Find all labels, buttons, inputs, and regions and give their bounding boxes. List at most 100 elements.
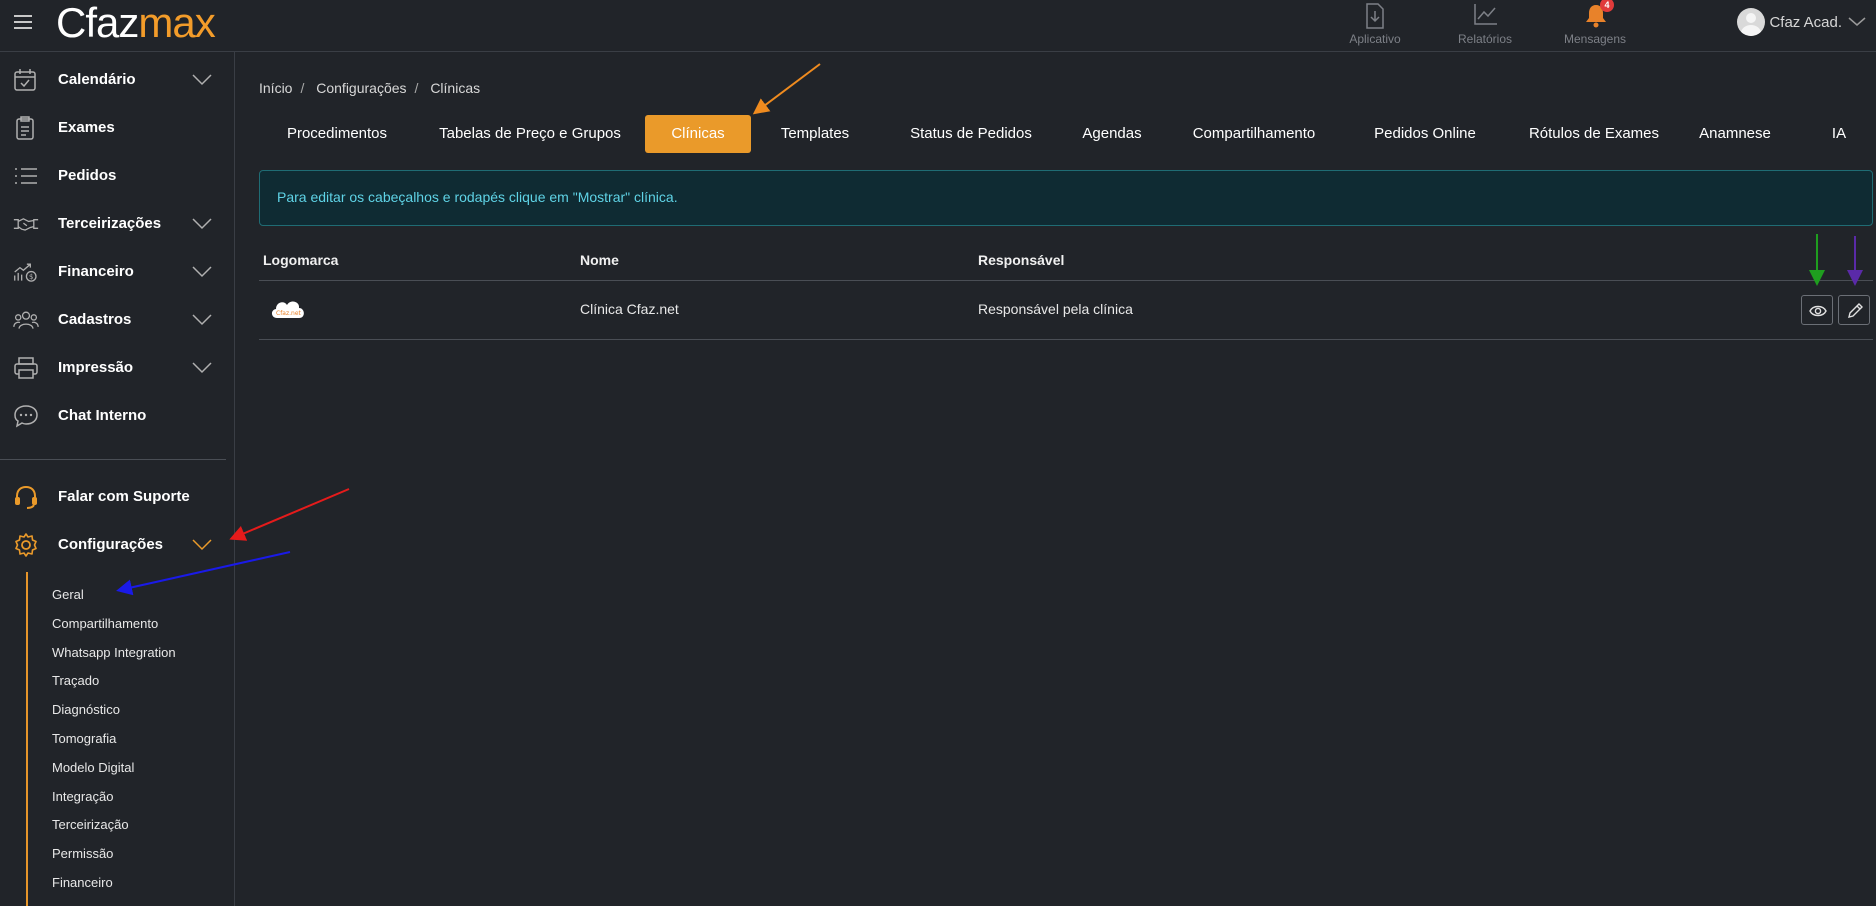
sidebar-item-pedidos[interactable]: Pedidos (0, 156, 235, 196)
svg-text:$: $ (29, 273, 33, 281)
top-bar: Cfazmax Aplicativo Relatórios 4 Mensagen… (0, 0, 1876, 52)
sidebar-item-terceirizacoes[interactable]: Terceirizações (0, 204, 235, 244)
tab-procedimentos[interactable]: Procedimentos (259, 115, 415, 153)
sidebar-item-label: Financeiro (58, 263, 134, 280)
clinic-logo: Cfaz.net (271, 301, 304, 318)
tab-templates[interactable]: Templates (759, 115, 871, 153)
chevron-down-icon (1848, 17, 1866, 26)
tab-rotulos-de-exames[interactable]: Rótulos de Exames (1514, 115, 1674, 153)
sidebar-item-label: Falar com Suporte (58, 488, 190, 505)
tab-anamnese[interactable]: Anamnese (1689, 115, 1781, 153)
sidebar: Calendário Exames Pedidos Terceirizações… (0, 52, 235, 906)
download-icon (1366, 3, 1384, 29)
avatar (1737, 8, 1766, 36)
sidebar-item-chat-interno[interactable]: Chat Interno (0, 396, 235, 436)
annotation-arrow-red (229, 488, 350, 541)
clipboard-icon (16, 116, 34, 140)
breadcrumb-separator: / (414, 80, 419, 96)
chevron-down-icon (192, 218, 212, 230)
table-header-responsavel: Responsável (978, 252, 1065, 268)
sidebar-item-suporte[interactable]: Falar com Suporte (0, 477, 235, 517)
sidebar-item-impressao[interactable]: Impressão (0, 348, 235, 388)
sidebar-item-calendario[interactable]: Calendário (0, 60, 235, 100)
notification-badge: 4 (1600, 0, 1614, 12)
table-header-divider (259, 280, 1873, 281)
sidebar-item-label: Pedidos (58, 167, 117, 184)
handshake-icon (13, 218, 39, 231)
config-submenu-terceirizacao[interactable]: Terceirização (52, 817, 129, 832)
clinic-name: Clínica Cfaz.net (580, 301, 679, 317)
config-submenu-permissao[interactable]: Permissão (52, 846, 113, 861)
sidebar-item-label: Cadastros (58, 311, 132, 328)
tab-compartilhamento[interactable]: Compartilhamento (1173, 115, 1335, 153)
table-row-divider (259, 339, 1873, 340)
aplicativo-button[interactable]: Aplicativo (1320, 0, 1430, 52)
tab-pedidos-online[interactable]: Pedidos Online (1354, 115, 1496, 153)
config-submenu-financeiro[interactable]: Financeiro (52, 875, 113, 890)
hamburger-menu-icon[interactable] (14, 14, 32, 30)
breadcrumb-inicio[interactable]: Início (259, 80, 292, 96)
mensagens-label: Mensagens (1563, 32, 1627, 46)
finance-chart-icon: $ (14, 263, 37, 282)
submenu-indicator-line (26, 572, 28, 906)
table-header-logomarca: Logomarca (263, 252, 339, 268)
sidebar-item-label: Calendário (58, 71, 136, 88)
logo-text-primary: Cfaz (56, 0, 139, 46)
gear-icon (15, 533, 37, 557)
chevron-down-icon (192, 74, 212, 86)
relatorios-label: Relatórios (1457, 32, 1513, 46)
info-alert: Para editar os cabeçalhos e rodapés cliq… (259, 170, 1873, 226)
aplicativo-label: Aplicativo (1349, 32, 1401, 46)
sidebar-item-exames[interactable]: Exames (0, 108, 235, 148)
users-icon (13, 311, 39, 329)
list-icon (15, 168, 37, 184)
breadcrumb-separator: / (300, 80, 305, 96)
sidebar-item-label: Terceirizações (58, 215, 162, 232)
tab-ia[interactable]: IA (1824, 115, 1854, 153)
config-submenu-diagnostico[interactable]: Diagnóstico (52, 702, 120, 717)
config-submenu-whatsapp[interactable]: Whatsapp Integration (52, 645, 176, 660)
chart-line-icon (1474, 4, 1497, 25)
config-submenu-tomografia[interactable]: Tomografia (52, 731, 116, 746)
tab-bar: Procedimentos Tabelas de Preço e Grupos … (259, 115, 1859, 153)
config-submenu-tracado[interactable]: Traçado (52, 673, 99, 688)
user-name: Cfaz Acad. (1769, 13, 1842, 31)
tab-clinicas[interactable]: Clínicas (645, 115, 751, 153)
relatorios-button[interactable]: Relatórios (1430, 0, 1540, 52)
info-alert-text: Para editar os cabeçalhos e rodapés cliq… (277, 189, 678, 205)
chevron-down-icon (192, 539, 212, 551)
config-submenu-geral[interactable]: Geral (52, 587, 84, 602)
sidebar-item-label: Chat Interno (58, 407, 147, 424)
breadcrumb-configuracoes[interactable]: Configurações (316, 80, 406, 96)
edit-button[interactable] (1838, 295, 1870, 325)
sidebar-item-financeiro[interactable]: $ Financeiro (0, 252, 235, 292)
sidebar-item-configuracoes[interactable]: Configurações (0, 525, 235, 565)
user-menu[interactable]: Cfaz Acad. (1737, 6, 1866, 38)
breadcrumb: Início / Configurações / Clínicas (259, 80, 488, 96)
printer-icon (14, 357, 38, 379)
config-submenu-compartilhamento[interactable]: Compartilhamento (52, 616, 158, 631)
sidebar-item-cadastros[interactable]: Cadastros (0, 300, 235, 340)
breadcrumb-clinicas: Clínicas (430, 80, 481, 96)
sidebar-item-label: Configurações (58, 536, 164, 553)
chevron-down-icon (192, 314, 212, 326)
sidebar-divider (0, 459, 226, 460)
config-submenu-integracao[interactable]: Integração (52, 789, 113, 804)
tab-tabelas-de-preco[interactable]: Tabelas de Preço e Grupos (430, 115, 630, 153)
logo-text-accent: max (138, 0, 215, 46)
tab-status-de-pedidos[interactable]: Status de Pedidos (890, 115, 1052, 153)
chevron-down-icon (192, 362, 212, 374)
app-logo[interactable]: Cfazmax (56, 0, 216, 46)
clinic-responsible: Responsável pela clínica (978, 301, 1133, 317)
show-button[interactable] (1801, 295, 1833, 325)
chat-icon (14, 405, 38, 428)
chevron-down-icon (192, 266, 212, 278)
config-submenu-modelo-digital[interactable]: Modelo Digital (52, 760, 134, 775)
sidebar-item-label: Exames (58, 119, 115, 136)
table-header-nome: Nome (580, 252, 619, 268)
clinic-logo-text: Cfaz.net (276, 310, 302, 317)
pencil-icon (1848, 303, 1863, 318)
mensagens-button[interactable]: 4 Mensagens (1540, 0, 1650, 52)
tab-agendas[interactable]: Agendas (1062, 115, 1162, 153)
eye-icon (1809, 305, 1827, 317)
